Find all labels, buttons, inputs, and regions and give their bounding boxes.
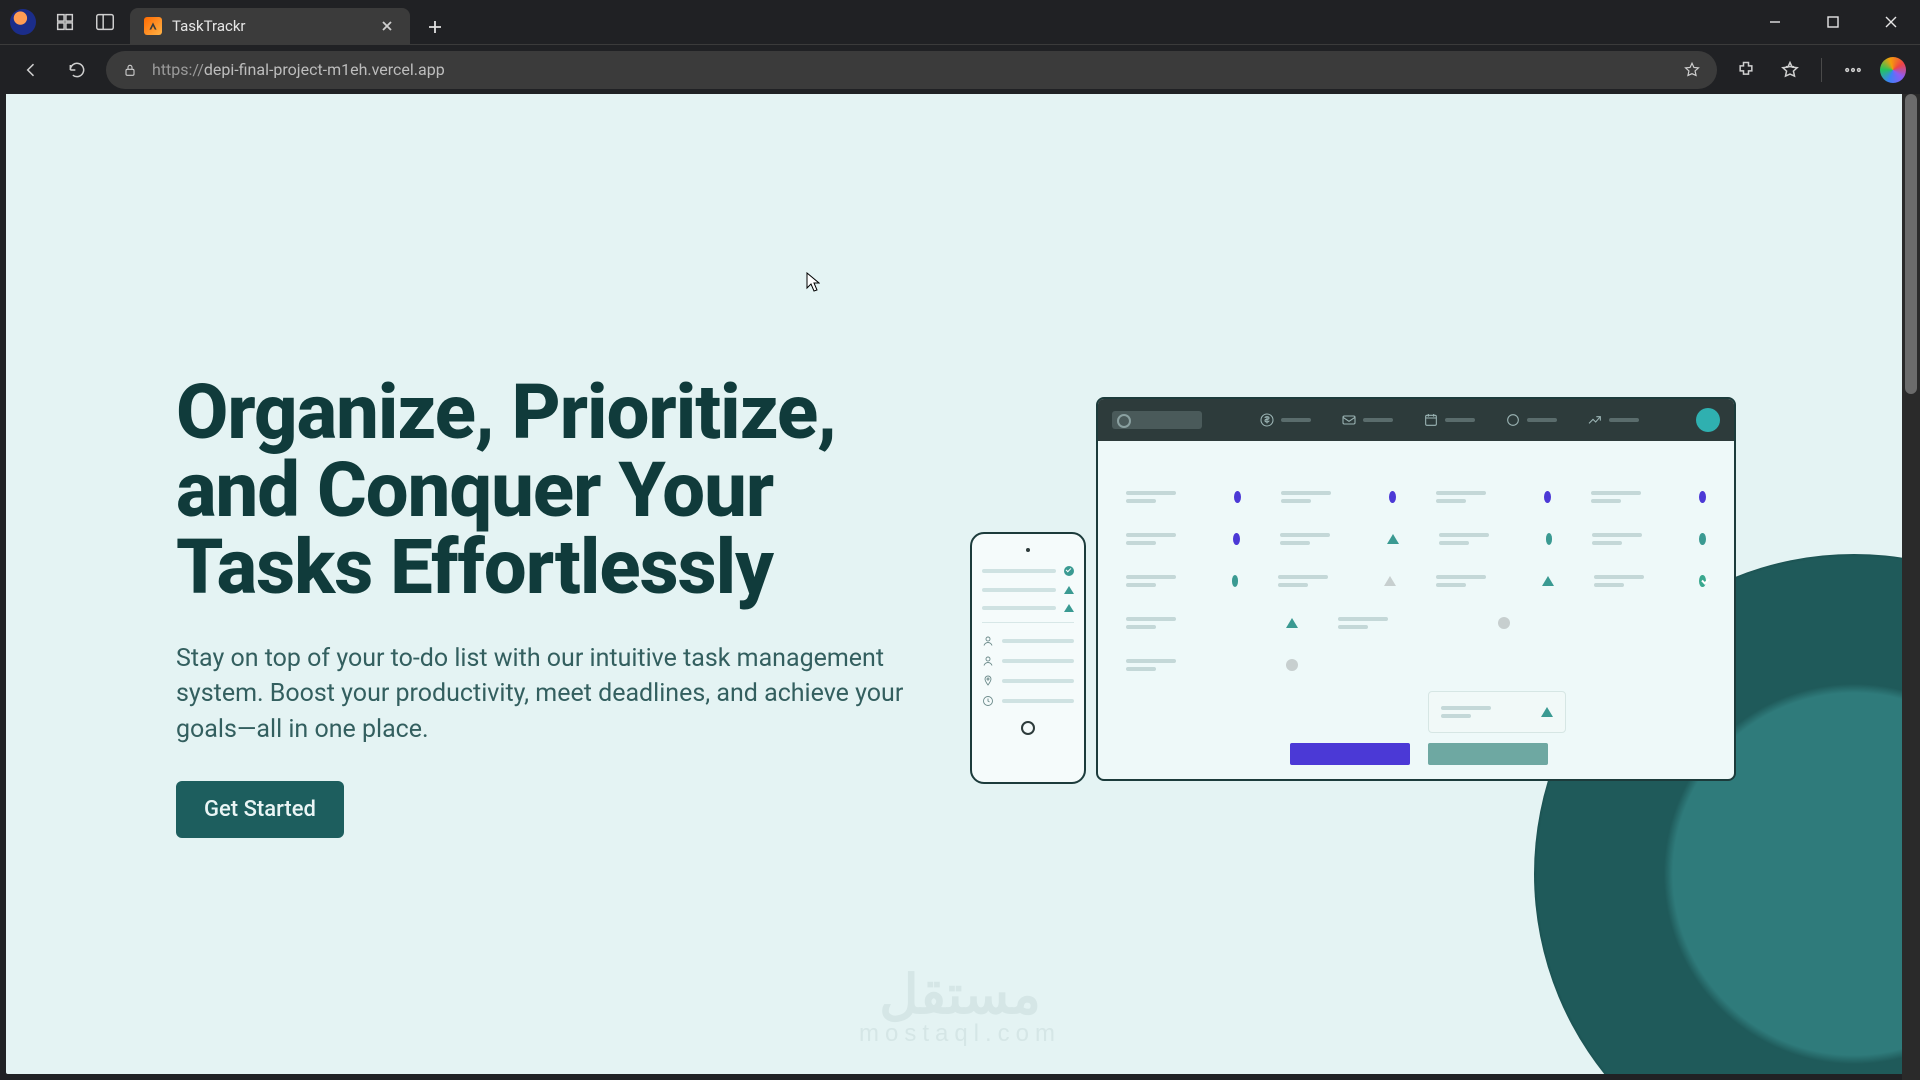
new-tab-button[interactable] [418,10,452,44]
window-maximize-button[interactable] [1804,0,1862,44]
profile-avatar-icon[interactable] [10,9,36,35]
trend-icon [1587,412,1603,428]
illustration-grid [1098,441,1734,671]
phone-home-icon [1021,721,1035,735]
address-url: https://depi-final-project-m1eh.vercel.a… [152,60,445,79]
watermark: مستقل mostaql.com [859,963,1061,1048]
nav-refresh-button[interactable] [60,53,94,87]
tab-close-button[interactable] [378,17,396,35]
window-controls [1746,0,1920,44]
calendar-icon [1423,412,1439,428]
scrollbar-thumb[interactable] [1905,94,1917,394]
browser-toolbar: https://depi-final-project-m1eh.vercel.a… [0,44,1920,94]
favorite-star-icon[interactable] [1683,61,1701,79]
dollar-icon [1259,412,1275,428]
titlebar-left [10,9,116,35]
hero-section: Organize, Prioritize, and Conquer Your T… [176,374,956,838]
get-started-button[interactable]: Get Started [176,781,344,838]
tab-favicon-icon [144,17,162,35]
menu-button[interactable] [1836,53,1870,87]
illustration-action-bar [1290,743,1548,765]
illustration-secondary-button [1428,743,1548,765]
phone-camera-icon [1026,548,1030,552]
illustration-highlight-card [1428,691,1566,733]
nav-back-button[interactable] [14,53,48,87]
pin-icon [982,675,994,687]
hero-headline: Organize, Prioritize, and Conquer Your T… [176,374,956,607]
illustration-search-icon [1112,411,1202,429]
titlebar: TaskTrackr [0,0,1920,44]
illustration-topbar [1098,399,1734,441]
tab-strip: TaskTrackr [130,0,452,44]
watermark-arabic: مستقل [859,963,1061,1026]
extensions-icon[interactable] [1729,53,1763,87]
tab-actions-icon[interactable] [94,11,116,33]
mail-icon [1341,412,1357,428]
user-icon [982,655,994,667]
browser-tab[interactable]: TaskTrackr [130,8,410,44]
user-icon [982,635,994,647]
landing-page: Organize, Prioritize, and Conquer Your T… [6,94,1914,1074]
workspaces-icon[interactable] [54,11,76,33]
illustration-primary-button [1290,743,1410,765]
cursor-icon [806,272,820,292]
clock-icon [982,695,994,707]
window-close-button[interactable] [1862,0,1920,44]
hero-subtext: Stay on top of your to-do list with our … [176,641,916,748]
favorites-icon[interactable] [1773,53,1807,87]
toolbar-right [1729,53,1906,87]
address-bar[interactable]: https://depi-final-project-m1eh.vercel.a… [106,51,1717,89]
tab-title: TaskTrackr [172,17,246,35]
circle-icon [1505,412,1521,428]
watermark-latin: mostaql.com [859,1020,1061,1048]
illustration-phone [970,532,1086,784]
vertical-scrollbar[interactable] [1902,94,1920,1080]
illustration-nav [1230,412,1668,428]
window-minimize-button[interactable] [1746,0,1804,44]
illustration-avatar-icon [1696,408,1720,432]
browser-window: TaskTrackr https://depi-final-project-m1… [0,0,1920,1080]
viewport: Organize, Prioritize, and Conquer Your T… [0,94,1920,1080]
illustration-desktop [1096,397,1736,781]
toolbar-divider [1821,58,1822,82]
copilot-icon[interactable] [1880,57,1906,83]
site-lock-icon [122,62,138,78]
